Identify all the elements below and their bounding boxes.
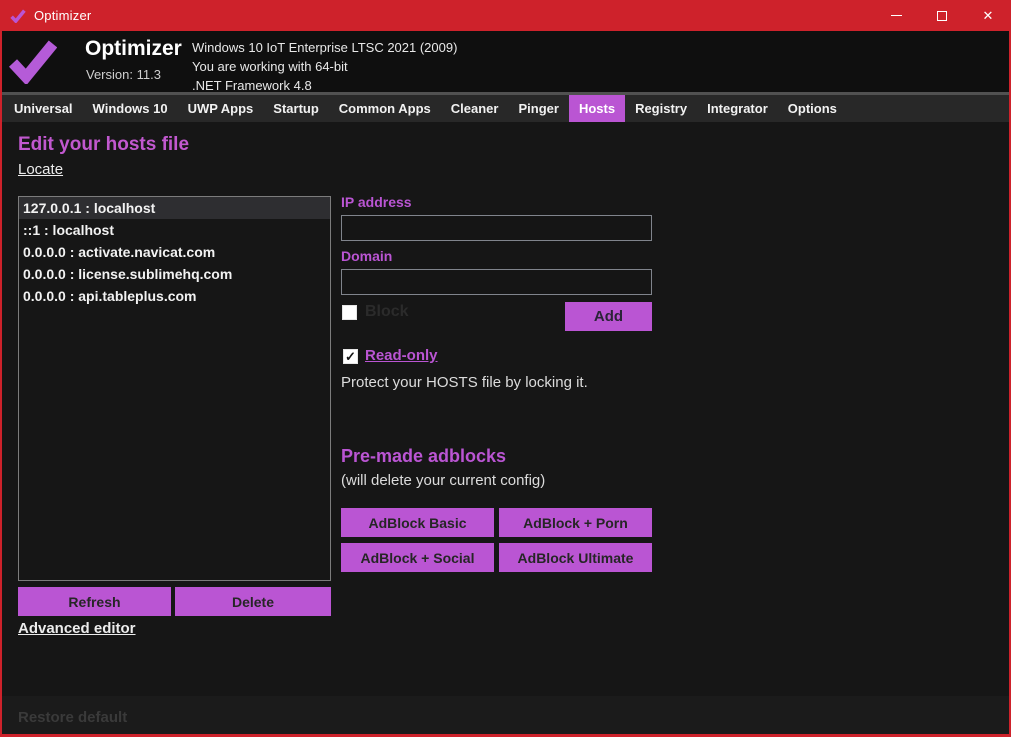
adblocks-heading: Pre-made adblocks [341,446,506,467]
app-logo-check-icon [10,9,26,23]
titlebar: Optimizer ✕ [0,0,1011,31]
readonly-checkbox-label[interactable]: Read-only [365,347,438,364]
titlebar-title: Optimizer [34,8,91,23]
readonly-description: Protect your HOSTS file by locking it. [341,374,588,391]
tab-options[interactable]: Options [778,95,847,122]
host-list-item[interactable]: 127.0.0.1 : localhost [19,197,330,219]
add-button[interactable]: Add [565,302,652,331]
maximize-button[interactable] [919,0,965,31]
minimize-icon [891,15,902,16]
restore-default-button[interactable]: Restore default [18,709,127,726]
app-name: Optimizer [85,37,182,61]
ip-address-label: IP address [341,194,412,210]
tab-uwp-apps[interactable]: UWP Apps [178,95,264,122]
system-info-arch: You are working with 64-bit [192,57,457,76]
tab-strip: Universal Windows 10 UWP Apps Startup Co… [0,95,1011,122]
tab-windows-10[interactable]: Windows 10 [83,95,178,122]
domain-input[interactable] [341,269,652,295]
hosts-listbox[interactable]: 127.0.0.1 : localhost ::1 : localhost 0.… [18,196,331,581]
app-header: Optimizer Version: 11.3 Windows 10 IoT E… [0,31,1011,92]
page-title: Edit your hosts file [18,134,189,156]
app-version: Version: 11.3 [86,67,161,82]
host-list-item[interactable]: 0.0.0.0 : api.tableplus.com [19,285,330,307]
host-list-item[interactable]: 0.0.0.0 : activate.navicat.com [19,241,330,263]
adblock-porn-button[interactable]: AdBlock + Porn [499,508,652,537]
host-list-item[interactable]: 0.0.0.0 : license.sublimehq.com [19,263,330,285]
block-checkbox-label[interactable]: Block [365,303,409,321]
adblock-basic-button[interactable]: AdBlock Basic [341,508,494,537]
system-info: Windows 10 IoT Enterprise LTSC 2021 (200… [192,38,457,95]
adblock-social-button[interactable]: AdBlock + Social [341,543,494,572]
footer-bar: Restore default [0,696,1011,737]
optimizer-window: Optimizer ✕ Optimizer Version: 11.3 Wind… [0,0,1011,737]
tab-integrator[interactable]: Integrator [697,95,778,122]
adblock-ultimate-button[interactable]: AdBlock Ultimate [499,543,652,572]
checkmark-icon: ✓ [345,350,356,363]
tab-hosts[interactable]: Hosts [569,95,625,122]
close-button[interactable]: ✕ [965,0,1011,31]
maximize-icon [937,11,947,21]
block-checkbox[interactable] [342,305,357,320]
minimize-button[interactable] [873,0,919,31]
tab-universal[interactable]: Universal [4,95,83,122]
window-controls: ✕ [873,0,1011,31]
ip-address-input[interactable] [341,215,652,241]
tab-registry[interactable]: Registry [625,95,697,122]
delete-button[interactable]: Delete [175,587,331,616]
close-icon: ✕ [983,9,994,22]
tab-cleaner[interactable]: Cleaner [441,95,509,122]
adblocks-subheading: (will delete your current config) [341,472,545,489]
readonly-checkbox[interactable]: ✓ [343,349,358,364]
host-list-item[interactable]: ::1 : localhost [19,219,330,241]
tab-common-apps[interactable]: Common Apps [329,95,441,122]
refresh-button[interactable]: Refresh [18,587,171,616]
system-info-os: Windows 10 IoT Enterprise LTSC 2021 (200… [192,38,457,57]
advanced-editor-link[interactable]: Advanced editor [18,620,136,637]
app-logo-large-check-icon [9,38,57,89]
domain-label: Domain [341,248,392,264]
tab-pinger[interactable]: Pinger [508,95,568,122]
tab-startup[interactable]: Startup [263,95,329,122]
locate-link[interactable]: Locate [18,161,63,178]
